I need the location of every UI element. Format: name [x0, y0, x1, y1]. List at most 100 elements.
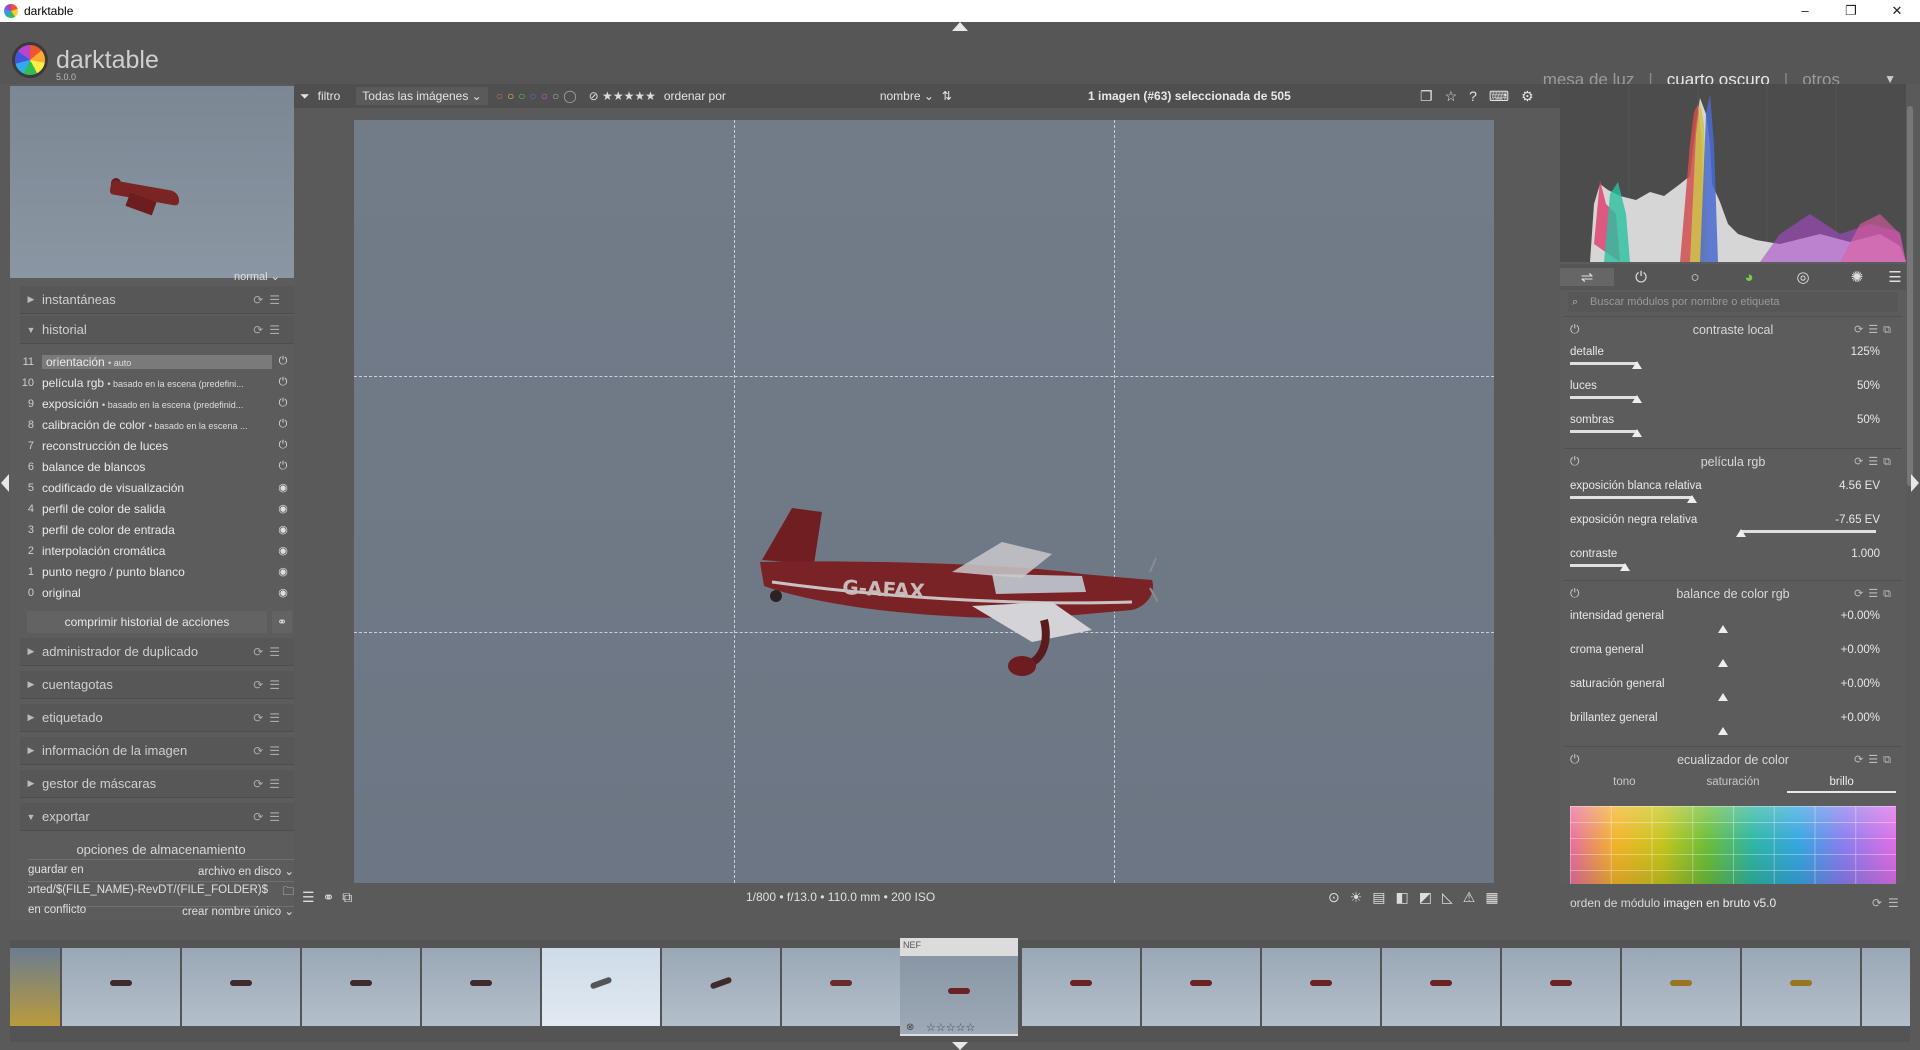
slider-global-saturation[interactable]: saturación general +0.00% — [1570, 674, 1896, 708]
reject-icon[interactable]: ⊗ — [906, 1022, 914, 1033]
gamut-check-icon[interactable]: ◺ — [1442, 889, 1463, 905]
minimize-button[interactable]: – — [1782, 0, 1828, 22]
base-tab-icon[interactable]: ○ — [1668, 269, 1722, 286]
presets-menu-icon[interactable]: ☰ — [1884, 268, 1906, 286]
create-style-icon[interactable]: ⚭ — [272, 611, 292, 633]
module-actions-icon[interactable]: ⟳☰⧉ — [1854, 455, 1896, 469]
warning-icon[interactable]: ⚠ — [1463, 889, 1486, 905]
sort-order-icon[interactable]: ⇅ — [942, 89, 952, 103]
storage-target-select[interactable]: guardar en archivo en disco ⌄ — [28, 861, 294, 882]
filmstrip-thumb[interactable] — [62, 948, 180, 1026]
scrollbar-thumb[interactable] — [1907, 106, 1913, 486]
slider-shadows[interactable]: sombras 50% — [1570, 410, 1896, 444]
module-color-balance-header[interactable]: ⏻ balance de color rgb ⟳☰⧉ — [1564, 580, 1902, 606]
slider-knob[interactable] — [1736, 529, 1746, 537]
menu-icon[interactable]: ☰ — [302, 889, 323, 905]
tab-saturation[interactable]: saturación — [1679, 776, 1788, 793]
module-duplicate-manager[interactable]: ▶ administrador de duplicado ⟳☰ — [20, 638, 294, 666]
module-color-equalizer-header[interactable]: ⏻ ecualizador de color ⟳☰⧉ — [1564, 746, 1902, 772]
effects-tab-icon[interactable]: ✺ — [1830, 268, 1884, 286]
reset-presets-icon[interactable]: ⟳☰ — [253, 810, 286, 824]
filmstrip-thumb[interactable] — [1742, 948, 1860, 1026]
gear-icon[interactable]: ⚙ — [1521, 88, 1546, 104]
slider-global-brilliance[interactable]: brillantez general +0.00% — [1570, 708, 1896, 742]
styles-icon[interactable]: ⚭ — [323, 889, 343, 905]
navigation-thumbnail[interactable]: normal ⌄ — [10, 86, 294, 283]
reset-presets-icon[interactable]: ⟳☰ — [253, 711, 286, 725]
color-tab-icon[interactable]: ◕ — [1722, 269, 1776, 286]
slider-knob[interactable] — [1718, 693, 1728, 701]
history-item[interactable]: 2 interpolación cromática ◉ — [20, 540, 294, 561]
on-conflict-select[interactable]: en conflicto crear nombre único ⌄ — [28, 901, 294, 922]
history-item[interactable]: 3 perfil de color de entrada ◉ — [20, 519, 294, 540]
slider-knob[interactable] — [1718, 625, 1728, 633]
softproof-icon[interactable]: ◩ — [1419, 889, 1442, 905]
tab-hue[interactable]: tono — [1570, 776, 1679, 793]
color-assessment-icon[interactable]: ☀ — [1350, 889, 1373, 905]
active-modules-tab-icon[interactable]: ⇌ — [1560, 268, 1614, 286]
module-search-input[interactable]: ⌕ Buscar módulos por nombre o etiqueta — [1568, 292, 1898, 312]
tab-brightness[interactable]: brillo — [1787, 776, 1897, 793]
collapse-top-panel-icon[interactable] — [952, 22, 968, 31]
filmstrip-thumb[interactable] — [1502, 948, 1620, 1026]
slider-knob[interactable] — [1687, 495, 1697, 503]
history-item[interactable]: 7 reconstrucción de luces ⏻ — [20, 435, 294, 456]
module-actions-icon[interactable]: ⟳☰⧉ — [1854, 323, 1896, 337]
grouping-icon[interactable]: ❐ — [1420, 88, 1445, 104]
filmstrip-thumb[interactable] — [1862, 948, 1910, 1026]
reset-presets-icon[interactable]: ⟳☰ — [253, 323, 286, 337]
slider-white-exposure[interactable]: exposición blanca relativa 4.56 EV — [1570, 476, 1896, 510]
power-tab-icon[interactable]: ⏻ — [1614, 269, 1668, 286]
guides-icon[interactable]: ▦ — [1485, 889, 1508, 905]
zoom-select[interactable]: normal ⌄ — [234, 270, 280, 283]
clipping-icon[interactable]: ◧ — [1396, 889, 1419, 905]
history-item[interactable]: 11 orientación • auto ⏻ — [20, 351, 294, 372]
power-icon[interactable]: ⏻ — [1570, 454, 1580, 469]
history-item[interactable]: 1 punto negro / punto blanco ◉ — [20, 561, 294, 582]
collapse-right-panel-icon[interactable] — [1911, 474, 1919, 492]
raw-overexposed-icon[interactable]: ▤ — [1372, 889, 1395, 905]
slider-knob[interactable] — [1620, 563, 1630, 571]
filmstrip-thumb[interactable] — [302, 948, 420, 1026]
slider-global-vibrance[interactable]: intensidad general +0.00% — [1570, 606, 1896, 640]
filmstrip-track[interactable]: NEF ⊗ ☆☆☆☆☆ — [10, 938, 1910, 1042]
reset-presets-icon[interactable]: ⟳☰ — [253, 744, 286, 758]
filmstrip-thumb[interactable] — [10, 948, 60, 1026]
filmstrip-thumb[interactable] — [182, 948, 300, 1026]
module-local-contrast-header[interactable]: ⏻ contraste local ⟳☰⧉ — [1564, 316, 1902, 342]
filmstrip-thumb[interactable] — [1262, 948, 1380, 1026]
module-export[interactable]: ▼ exportar ⟳☰ — [20, 803, 294, 831]
rating-filter-icon[interactable]: ⊘ ★★★★★ — [589, 89, 656, 103]
filmstrip-thumb[interactable] — [1142, 948, 1260, 1026]
filmstrip-thumb[interactable] — [1622, 948, 1740, 1026]
filmstrip-thumb[interactable] — [422, 948, 540, 1026]
slider-highlights[interactable]: luces 50% — [1570, 376, 1896, 410]
star-icon[interactable]: ☆ — [1445, 88, 1470, 104]
focus-peaking-icon[interactable]: ⊙ — [1328, 889, 1350, 905]
filmstrip-thumb[interactable] — [1382, 948, 1500, 1026]
slider-knob[interactable] — [1718, 727, 1728, 735]
module-filmic-header[interactable]: ⏻ película rgb ⟳☰⧉ — [1564, 448, 1902, 474]
module-actions-icon[interactable]: ⟳☰⧉ — [1854, 753, 1896, 767]
keyboard-icon[interactable]: ⌨ — [1489, 88, 1521, 104]
history-item[interactable]: 4 perfil de color de salida ◉ — [20, 498, 294, 519]
history-item[interactable]: 8 calibración de color • basado en la esc… — [20, 414, 294, 435]
image-canvas[interactable]: G-AFAX — [354, 120, 1494, 883]
reset-presets-icon[interactable]: ⟳☰ — [253, 777, 286, 791]
slider-knob[interactable] — [1632, 361, 1642, 369]
module-actions-icon[interactable]: ⟳☰⧉ — [1854, 587, 1896, 601]
slider-contrast[interactable]: contraste 1.000 — [1570, 544, 1896, 578]
module-tagging[interactable]: ▶ etiquetado ⟳☰ — [20, 704, 294, 732]
collapse-left-panel-icon[interactable] — [1, 474, 9, 492]
history-item[interactable]: 6 balance de blancos ⏻ — [20, 456, 294, 477]
power-icon[interactable]: ⏻ — [1570, 586, 1580, 601]
filmstrip-thumb-selected[interactable]: NEF ⊗ ☆☆☆☆☆ — [900, 938, 1018, 1036]
filmstrip-thumb[interactable] — [782, 948, 900, 1026]
slider-global-chroma[interactable]: croma general +0.00% — [1570, 640, 1896, 674]
module-snapshots[interactable]: ▶ instantáneas ⟳☰ — [20, 286, 294, 314]
history-item[interactable]: 0 original ◉ — [20, 582, 294, 603]
power-icon[interactable]: ⏻ — [1570, 322, 1580, 337]
close-button[interactable]: ✕ — [1874, 0, 1920, 22]
correct-tab-icon[interactable]: ◎ — [1776, 268, 1830, 286]
help-icon[interactable]: ? — [1469, 88, 1489, 104]
